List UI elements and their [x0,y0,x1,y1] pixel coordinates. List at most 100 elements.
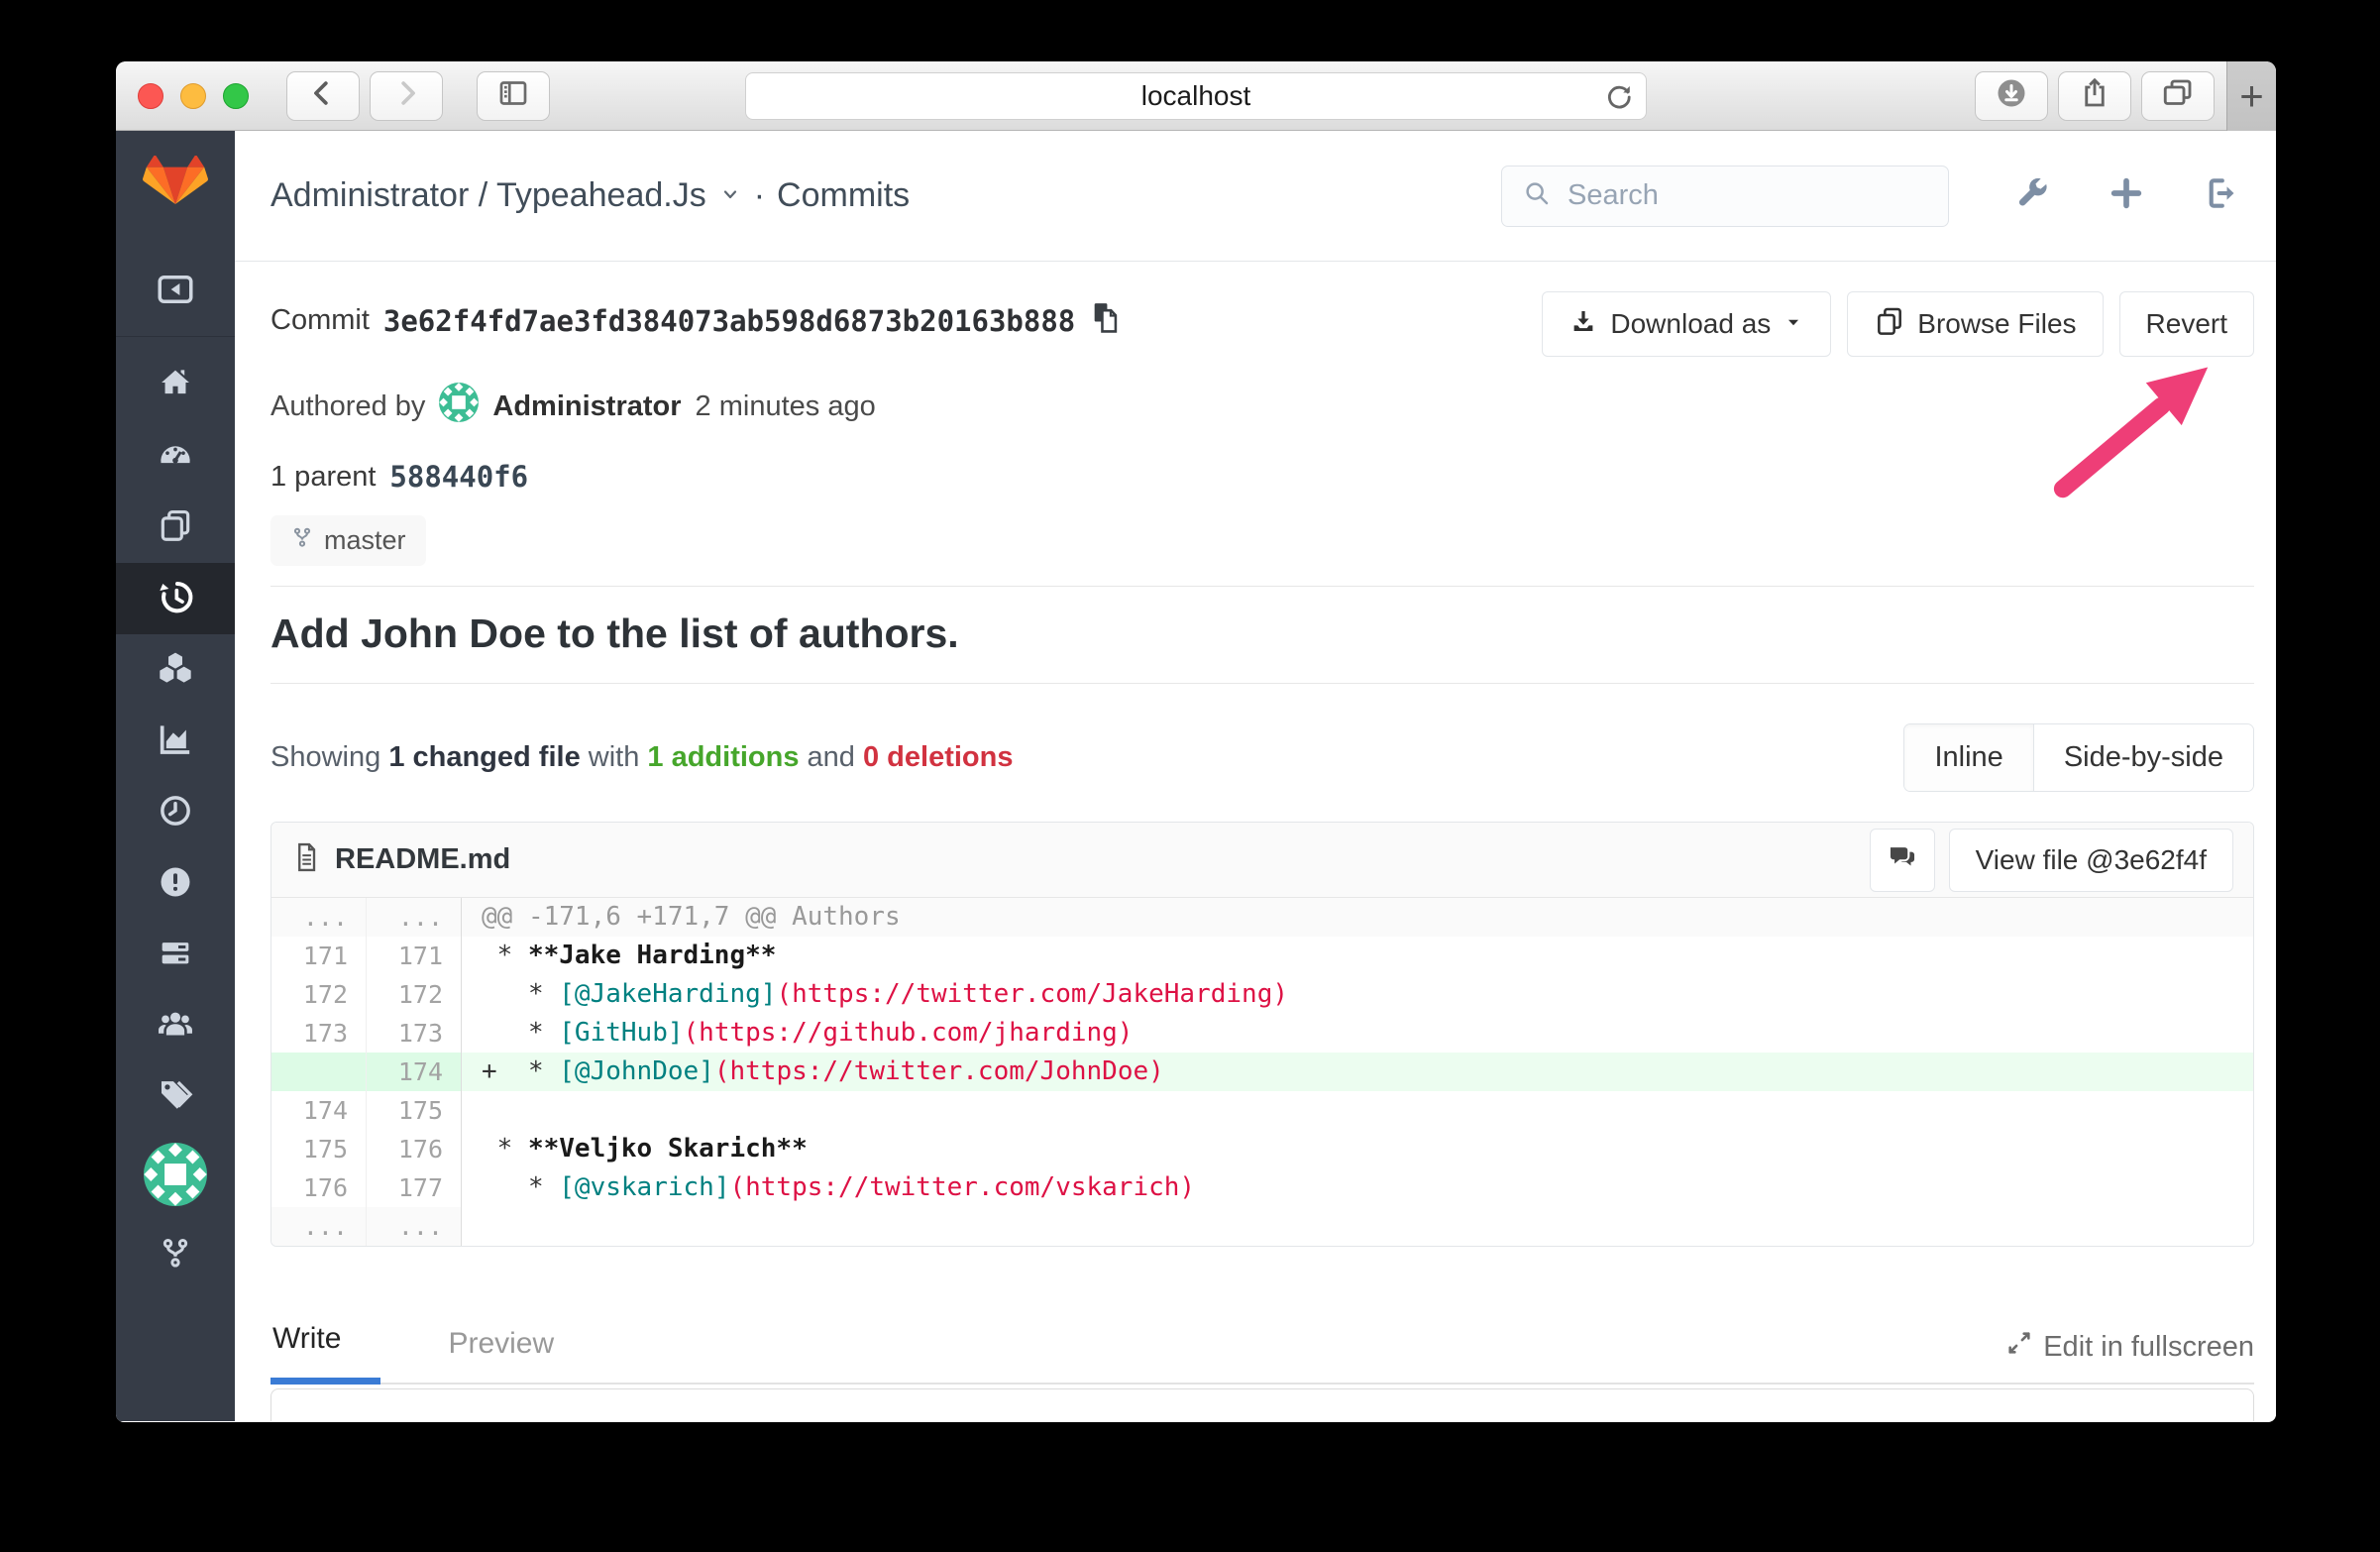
parent-label: 1 parent [270,460,377,493]
old-line-number[interactable]: 171 [271,937,367,975]
home-icon [157,364,194,406]
copy-sha-icon[interactable] [1089,299,1123,342]
refresh-icon[interactable] [1602,80,1636,119]
chevron-down-icon[interactable] [718,176,742,215]
forward-button[interactable] [370,70,443,121]
new-line-number[interactable]: 177 [367,1168,462,1207]
comment-button[interactable] [1869,828,1935,892]
new-line-number[interactable]: 174 [367,1053,462,1091]
new-project-plus-icon[interactable] [2108,174,2145,217]
sidebar-collapse-button[interactable] [116,248,235,337]
old-line-number[interactable] [271,1053,367,1091]
back-button[interactable] [286,70,360,121]
sidebar-item-members[interactable] [116,991,235,1062]
edit-fullscreen-link[interactable]: Edit in fullscreen [2005,1329,2254,1383]
diff-row: ...... [271,1207,2253,1246]
minimize-window-button[interactable] [180,82,206,109]
revert-button[interactable]: Revert [2118,291,2254,357]
stacked-bars-icon [156,934,195,978]
download-as-button[interactable]: Download as [1542,291,1832,357]
sidebar-item-merge-requests[interactable] [116,920,235,991]
old-line-number[interactable]: ... [271,1207,367,1246]
commit-label: Commit [270,304,370,336]
search-box[interactable] [1501,165,1949,227]
sidebar-item-milestones[interactable] [116,777,235,848]
url-input[interactable] [746,73,1646,119]
new-line-number[interactable]: 175 [367,1091,462,1130]
tab-preview[interactable]: Preview [446,1327,564,1383]
new-line-number[interactable]: 172 [367,975,462,1014]
new-line-number[interactable]: 173 [367,1014,462,1053]
clock-icon [157,792,194,834]
sidebar-item-fork[interactable] [116,1219,235,1290]
labels-tags-icon [155,1075,196,1122]
diff-row: 173 173 * [GitHub](https://github.com/jha… [271,1014,2253,1053]
side-by-side-toggle-button[interactable]: Side-by-side [2032,724,2253,791]
diff-code-line: + * [@JohnDoe](https://twitter.com/JohnD… [462,1053,2253,1091]
search-input[interactable] [1568,179,1865,212]
parent-sha-link[interactable]: 588440f6 [389,460,528,494]
sidebar-item-builds[interactable] [116,634,235,706]
area-chart-icon [156,720,195,764]
tab-write[interactable]: Write [270,1322,381,1385]
expand-arrows-icon [2005,1329,2033,1365]
diff-view-toggle: Inline Side-by-side [1903,723,2254,792]
old-line-number[interactable]: 174 [271,1091,367,1130]
share-button[interactable] [2058,70,2131,121]
downloads-button[interactable] [1975,70,2048,121]
browse-files-button[interactable]: Browse Files [1847,291,2104,357]
new-line-number[interactable]: ... [367,898,462,937]
tabs-overview-button[interactable] [2141,70,2215,121]
sidebar-item-history[interactable] [116,563,235,634]
close-window-button[interactable] [138,82,163,109]
authored-time: 2 minutes ago [695,389,876,422]
diff-code-line: * [@JakeHarding](https://twitter.com/Jak… [482,979,1288,1009]
sidebar-item-graphs[interactable] [116,706,235,777]
gitlab-sidebar [116,131,235,1421]
old-line-number[interactable]: 176 [271,1168,367,1207]
address-bar[interactable] [745,72,1647,120]
new-line-number[interactable]: 171 [367,937,462,975]
browser-toolbar: + [116,61,2276,131]
commit-sha: 3e62f4fd7ae3fd384073ab598d6873b20163b888 [382,303,1076,338]
diff-row: 176 177 * [@vskarich](https://twitter.com… [271,1168,2253,1207]
commit-title: Add John Doe to the list of authors. [270,610,959,656]
new-line-number[interactable]: ... [367,1207,462,1246]
view-file-button[interactable]: View file @3e62f4f [1948,828,2233,892]
inline-toggle-button[interactable]: Inline [1904,724,2033,791]
additions-count: 1 additions [647,741,800,773]
old-line-number[interactable]: ... [271,898,367,937]
breadcrumb-project[interactable]: Administrator / Typeahead.Js [270,176,706,215]
author-name[interactable]: Administrator [492,390,681,423]
document-icon [291,841,321,878]
branch-badge[interactable]: master [270,515,426,566]
diff-row: 174 175 [271,1091,2253,1130]
sidebar-item-project-avatar[interactable] [116,1134,235,1219]
diff-code-line: * **Jake Harding** [482,941,777,970]
old-line-number[interactable]: 175 [271,1130,367,1168]
breadcrumb-section[interactable]: Commits [777,176,910,215]
zoom-window-button[interactable] [223,82,249,109]
commit-id-group: Commit 3e62f4fd7ae3fd384073ab598d6873b20… [270,299,1123,342]
divider [270,683,2254,684]
old-line-number[interactable]: 173 [271,1014,367,1053]
gitlab-logo[interactable] [116,131,235,248]
author-avatar[interactable] [439,383,480,430]
sidebar-item-files[interactable] [116,492,235,563]
browse-files-label: Browse Files [1917,308,2077,339]
sign-out-icon[interactable] [2203,174,2240,217]
admin-wrench-icon[interactable] [2012,174,2050,217]
old-line-number[interactable]: 172 [271,975,367,1014]
sidebar-item-issues[interactable] [116,848,235,920]
new-line-number[interactable]: 176 [367,1130,462,1168]
diff-body: ...... @@ -171,6 +171,7 @@ Authors 171 171 … [271,898,2253,1246]
browser-window: + [116,61,2276,1422]
sidebar-item-home[interactable] [116,349,235,420]
comment-input-box[interactable] [270,1388,2254,1421]
sidebar-item-labels[interactable] [116,1062,235,1134]
sidebar-toggle-button[interactable] [477,70,550,121]
sidebar-item-dashboard[interactable] [116,420,235,492]
breadcrumb[interactable]: Administrator / Typeahead.Js · Commits [270,176,910,215]
new-tab-button[interactable]: + [2226,61,2276,131]
diff-filename[interactable]: README.md [335,843,510,876]
